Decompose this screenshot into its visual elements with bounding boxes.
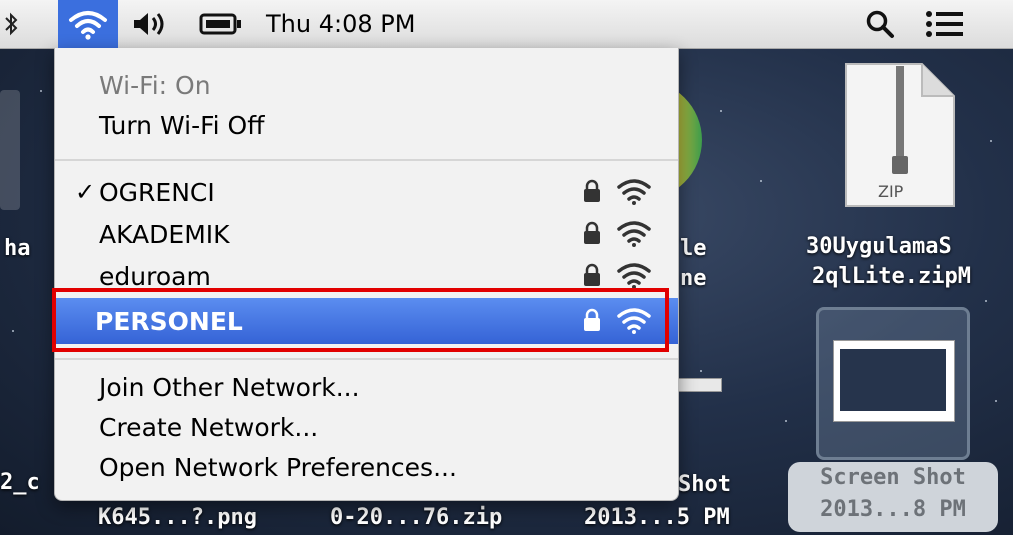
list-icon[interactable] <box>922 0 968 48</box>
bluetooth-icon[interactable] <box>0 0 22 48</box>
label-line: 2013...8 PM <box>820 497 966 522</box>
desktop-label: le <box>680 236 707 261</box>
join-other-network-item[interactable]: Join Other Network... <box>55 366 678 408</box>
volume-icon[interactable] <box>128 0 174 48</box>
desktop-label: K645...?.png <box>98 505 257 530</box>
desktop-label: ha <box>4 236 31 261</box>
wifi-icon[interactable] <box>58 0 118 48</box>
highlight-callout <box>52 288 669 352</box>
lock-icon <box>583 179 601 209</box>
turn-wifi-off-label: Turn Wi-Fi Off <box>99 110 265 140</box>
signal-icon <box>617 177 651 211</box>
network-name: eduroam <box>99 261 211 291</box>
signal-icon <box>617 219 651 253</box>
network-item-akademik[interactable]: AKADEMIK <box>55 213 678 255</box>
screenshot-file-label[interactable]: Screen Shot 2013...8 PM <box>788 462 998 532</box>
menu-separator <box>55 358 678 360</box>
label-line: Screen Shot <box>820 465 966 490</box>
lock-icon <box>583 221 601 251</box>
wifi-status: Wi-Fi: On <box>55 64 678 106</box>
zip-badge: ZIP <box>878 182 904 201</box>
desktop-label: 30UygulamaS <box>806 234 952 259</box>
menu-bar: Thu 4:08 PM <box>0 0 1013 49</box>
battery-icon[interactable] <box>198 0 244 48</box>
menu-separator <box>55 159 678 161</box>
network-name: OGRENCI <box>99 177 215 207</box>
checkmark-icon: ✓ <box>75 178 96 206</box>
desktop-label: 2qlLite.zipM <box>812 264 971 289</box>
network-name: AKADEMIK <box>99 219 230 249</box>
wifi-menu: Wi-Fi: On Turn Wi-Fi Off ✓ OGRENCI AKADE… <box>54 48 679 501</box>
desktop-label: ne <box>680 266 707 291</box>
join-other-network-label: Join Other Network... <box>99 372 360 402</box>
clock[interactable]: Thu 4:08 PM <box>266 0 466 48</box>
open-network-preferences-label: Open Network Preferences... <box>99 452 457 482</box>
create-network-item[interactable]: Create Network... <box>55 406 678 448</box>
desktop-label: Shot <box>678 472 731 497</box>
open-network-preferences-item[interactable]: Open Network Preferences... <box>55 446 678 488</box>
screenshot-file-icon[interactable] <box>816 307 970 460</box>
desktop-label: 2013...5 PM <box>584 505 730 530</box>
desktop-label: 0-20...76.zip <box>330 505 503 530</box>
zip-file-icon[interactable]: ZIP <box>842 60 958 210</box>
desktop-label: 2_c <box>0 470 40 495</box>
desktop-icon-partial <box>0 90 20 210</box>
search-icon[interactable] <box>862 0 898 48</box>
network-item-ogrenci[interactable]: ✓ OGRENCI <box>55 171 678 213</box>
create-network-label: Create Network... <box>99 412 319 442</box>
wifi-status-text: Wi-Fi: On <box>99 70 211 100</box>
turn-wifi-off-item[interactable]: Turn Wi-Fi Off <box>55 104 678 146</box>
